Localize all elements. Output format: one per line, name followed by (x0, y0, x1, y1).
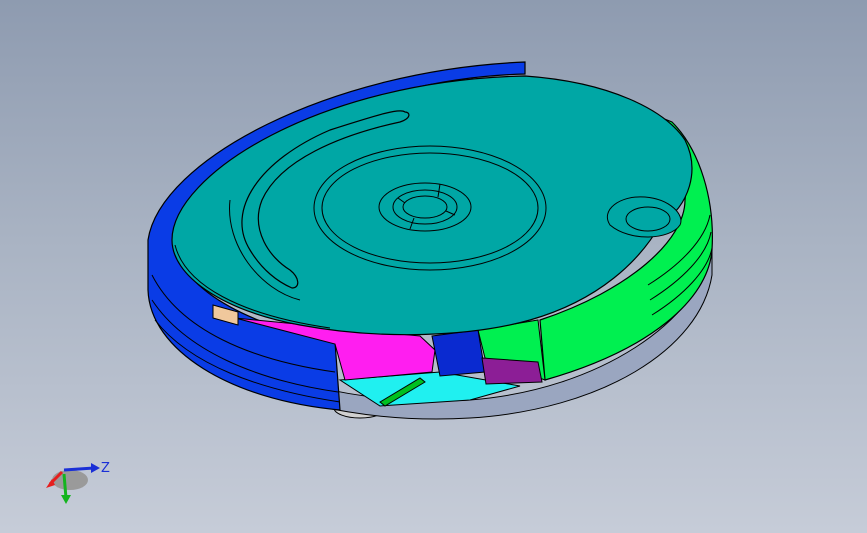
blue-block (431, 329, 486, 377)
robot-vacuum-model[interactable] (0, 0, 867, 533)
z-axis-line (63, 466, 95, 472)
triad-sphere (52, 470, 88, 490)
z-axis-arrow (91, 463, 100, 473)
z-axis-label: Z (101, 461, 110, 476)
3d-viewport[interactable]: Z (0, 0, 867, 533)
y-axis-line (62, 473, 68, 499)
y-axis-arrow (61, 495, 71, 504)
purple-block (481, 357, 543, 385)
orientation-triad[interactable]: Z (38, 452, 118, 512)
